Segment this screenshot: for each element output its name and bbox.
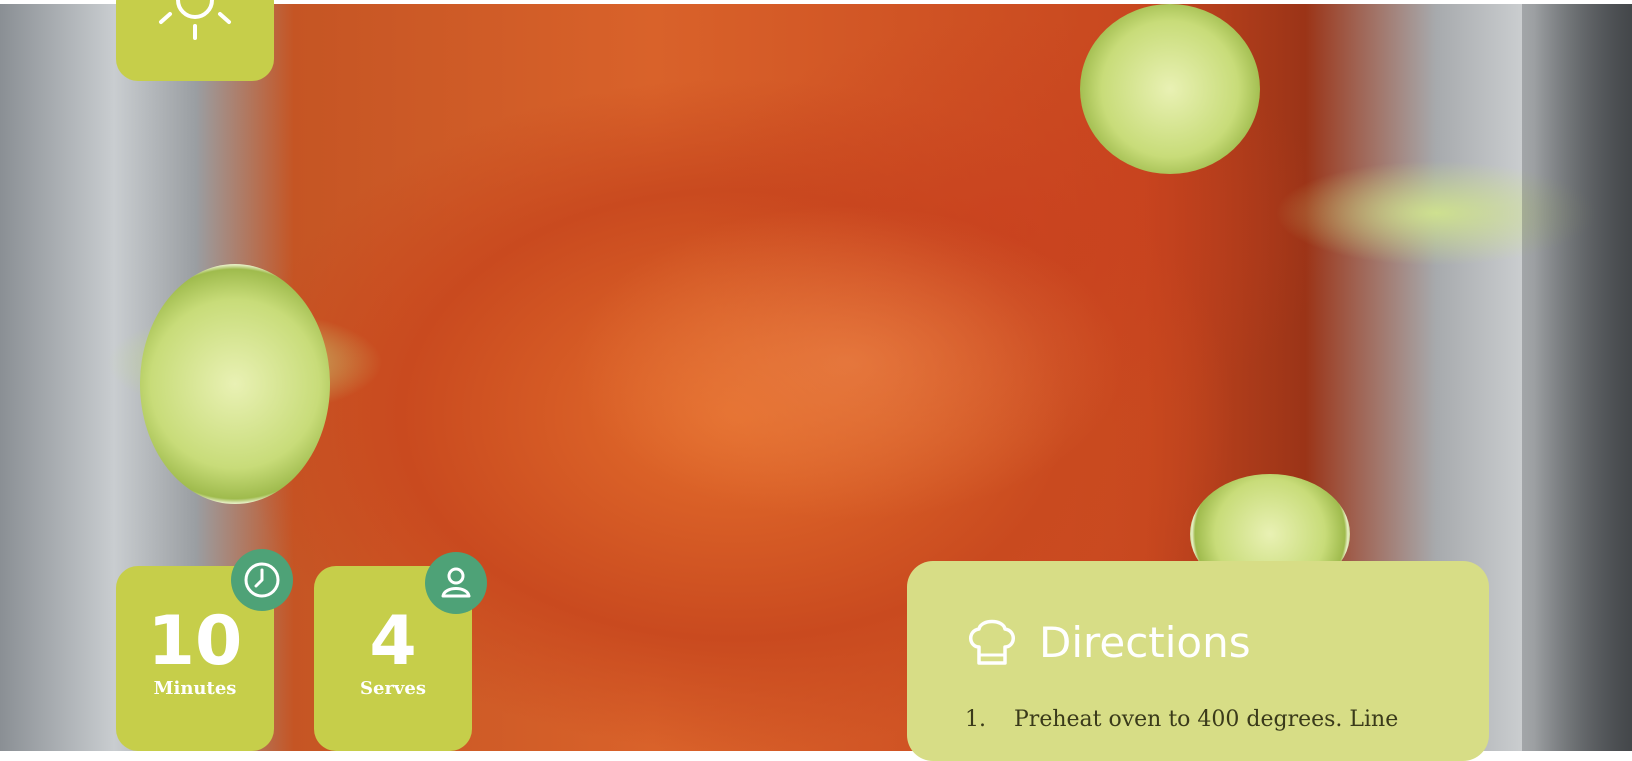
directions-title: Directions — [1039, 618, 1251, 667]
direction-step: 1. Preheat oven to 400 degrees. Line — [965, 707, 1455, 732]
lime-slice-image — [1080, 4, 1260, 174]
person-icon — [441, 567, 471, 598]
person-badge — [425, 552, 487, 614]
sun-tile — [116, 0, 274, 81]
prep-time-label: Minutes — [153, 678, 237, 699]
directions-panel: Directions 1. Preheat oven to 400 degree… — [907, 561, 1489, 761]
direction-step-number: 1. — [965, 707, 986, 732]
lime-slice-image — [140, 264, 330, 504]
direction-step-text: Preheat oven to 400 degrees. Line — [1014, 707, 1399, 732]
sun-icon — [159, 0, 231, 40]
clock-badge — [231, 549, 293, 611]
directions-header: Directions — [965, 615, 1251, 671]
servings-value: 4 — [369, 602, 417, 681]
prep-time-value: 10 — [147, 602, 243, 681]
chef-hat-icon — [969, 619, 1015, 665]
servings-label: Serves — [360, 678, 426, 699]
baking-tray-edge — [1522, 4, 1632, 751]
clock-icon — [244, 562, 280, 598]
